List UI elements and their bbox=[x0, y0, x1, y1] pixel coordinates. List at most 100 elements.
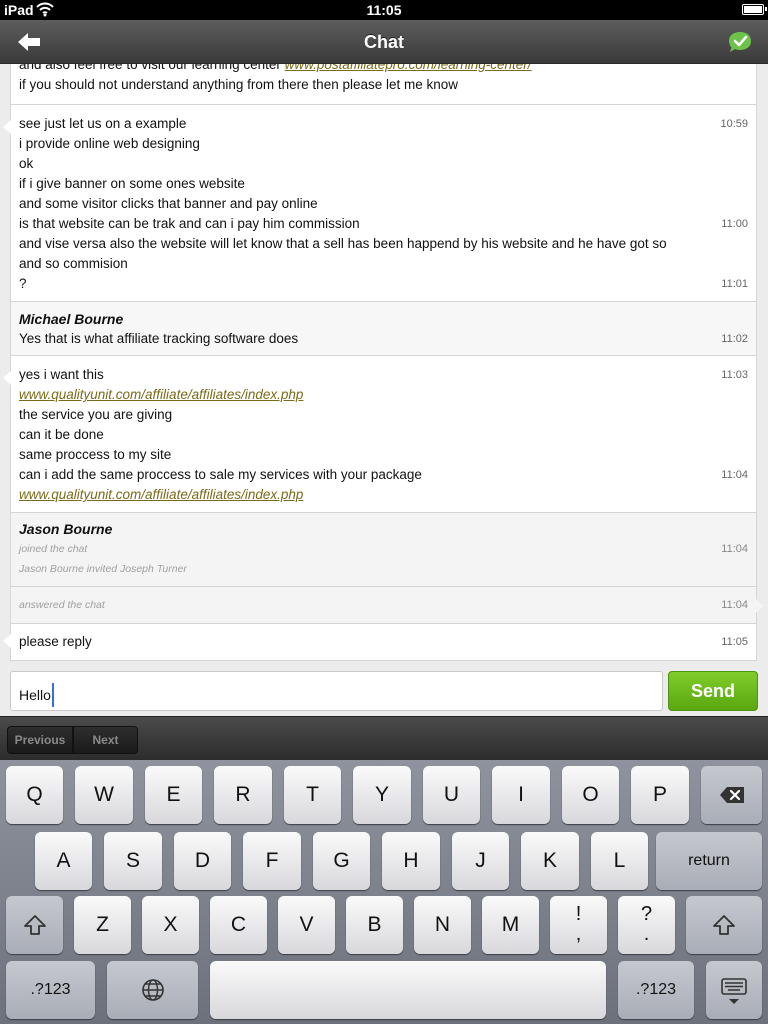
key-x[interactable]: X bbox=[142, 896, 199, 954]
message-line: yes i want this 11:03 bbox=[11, 365, 756, 385]
key-c[interactable]: C bbox=[210, 896, 267, 954]
message-line: and so commision bbox=[19, 256, 128, 271]
message-line: is that website can be trak and can i pa… bbox=[11, 214, 756, 234]
message-line: i provide online web designing bbox=[19, 136, 200, 151]
key-u[interactable]: U bbox=[423, 766, 480, 824]
key-v[interactable]: V bbox=[278, 896, 335, 954]
affiliates-link[interactable]: www.qualityunit.com/affiliate/affiliates… bbox=[19, 387, 303, 402]
message-time: 11:03 bbox=[721, 369, 748, 381]
hide-keyboard-icon bbox=[721, 978, 747, 1004]
key-t[interactable]: T bbox=[284, 766, 341, 824]
backspace-icon bbox=[719, 787, 744, 803]
message-bubble: Michael Bourne Yes that is what affiliat… bbox=[10, 301, 757, 356]
message-line: see just let us on a example 10:59 bbox=[11, 114, 756, 134]
message-line: www.qualityunit.com/affiliate/affiliates… bbox=[11, 385, 756, 405]
learning-center-link[interactable]: www.postaffiliatepro.com/learning-center… bbox=[285, 64, 532, 72]
key-e[interactable]: E bbox=[145, 766, 202, 824]
message-line: ? 11:01 bbox=[11, 274, 756, 294]
key-j[interactable]: J bbox=[452, 832, 509, 890]
key-s[interactable]: S bbox=[104, 832, 162, 890]
text-cursor bbox=[51, 683, 54, 707]
numbers-key-right[interactable]: .?123 bbox=[618, 961, 694, 1019]
message-time: 11:02 bbox=[721, 333, 748, 345]
message-author: Jason Bourne bbox=[19, 521, 113, 537]
message-line: can it be done bbox=[19, 427, 104, 442]
message-line: Yes that is what affiliate tracking soft… bbox=[11, 329, 756, 349]
form-assistant-bar: Previous Next bbox=[0, 716, 768, 760]
message-line: if you should not understand anything fr… bbox=[19, 77, 459, 92]
key-h[interactable]: H bbox=[382, 832, 440, 890]
message-time: 11:00 bbox=[721, 218, 748, 230]
message-line: please reply 11:05 bbox=[11, 632, 756, 652]
key-a[interactable]: A bbox=[35, 832, 92, 890]
message-line: can i add the same proccess to sale my s… bbox=[11, 465, 756, 485]
message-bubble: and also feel free to visit our learning… bbox=[10, 64, 757, 105]
key-o[interactable]: O bbox=[562, 766, 619, 824]
message-line: the service you are giving bbox=[19, 407, 173, 422]
message-time: 11:01 bbox=[721, 278, 748, 290]
key-z[interactable]: Z bbox=[74, 896, 131, 954]
keyboard: Q W E R T Y U I O P A S D F G H J K L re… bbox=[0, 760, 768, 1024]
globe-icon bbox=[141, 979, 164, 1001]
message-time: 11:04 bbox=[721, 469, 748, 481]
message-bubble: see just let us on a example 10:59 i prov… bbox=[3, 104, 757, 302]
message-line: if i give banner on some ones website bbox=[19, 176, 245, 191]
message-line: www.qualityunit.com/affiliate/affiliates… bbox=[11, 485, 756, 505]
key-m[interactable]: M bbox=[482, 896, 539, 954]
numbers-key-left[interactable]: .?123 bbox=[6, 961, 95, 1019]
message-line: and vise versa also the website will let… bbox=[19, 236, 667, 251]
message-time: 11:04 bbox=[721, 599, 748, 611]
message-time: 11:04 bbox=[721, 543, 748, 555]
key-g[interactable]: G bbox=[313, 832, 370, 890]
system-line: joined the chat 11:04 bbox=[11, 539, 756, 559]
globe-key[interactable] bbox=[107, 961, 198, 1019]
message-line: and some visitor clicks that banner and … bbox=[19, 196, 318, 211]
shift-right-key[interactable] bbox=[686, 896, 762, 954]
key-exclaim-comma[interactable]: ! , bbox=[550, 896, 607, 954]
key-l[interactable]: L bbox=[591, 832, 648, 890]
next-button[interactable]: Next bbox=[73, 726, 138, 754]
message-time: 11:05 bbox=[721, 636, 748, 648]
backspace-key[interactable] bbox=[701, 766, 762, 824]
space-key[interactable] bbox=[210, 961, 606, 1019]
message-author: Michael Bourne bbox=[19, 311, 124, 327]
previous-button[interactable]: Previous bbox=[7, 726, 73, 754]
key-p[interactable]: P bbox=[631, 766, 689, 824]
hide-keyboard-key[interactable] bbox=[706, 961, 762, 1019]
return-key[interactable]: return bbox=[656, 832, 762, 890]
key-question-period[interactable]: ? . bbox=[618, 896, 675, 954]
message-bubble: please reply 11:05 bbox=[3, 623, 757, 661]
affiliates-link[interactable]: www.qualityunit.com/affiliate/affiliates… bbox=[19, 487, 303, 502]
shift-left-key[interactable] bbox=[6, 896, 63, 954]
key-w[interactable]: W bbox=[75, 766, 133, 824]
message-input[interactable]: Hello bbox=[10, 671, 663, 711]
key-k[interactable]: K bbox=[521, 832, 579, 890]
message-bubble: answered the chat 11:04 bbox=[10, 586, 764, 624]
message-line: and also feel free to visit our learning… bbox=[11, 64, 756, 75]
message-bubble: yes i want this 11:03 www.qualityunit.com… bbox=[3, 355, 757, 513]
message-line: same proccess to my site bbox=[19, 447, 172, 462]
status-bar: iPad 11:05 bbox=[0, 0, 768, 20]
shift-icon bbox=[713, 915, 735, 935]
key-d[interactable]: D bbox=[174, 832, 231, 890]
key-y[interactable]: Y bbox=[353, 766, 411, 824]
key-b[interactable]: B bbox=[346, 896, 403, 954]
online-check-icon[interactable] bbox=[726, 30, 754, 54]
nav-bar: Chat bbox=[0, 20, 768, 64]
chat-transcript[interactable]: and also feel free to visit our learning… bbox=[0, 64, 768, 662]
system-line: Jason Bourne invited Joseph Turner bbox=[19, 563, 187, 575]
key-n[interactable]: N bbox=[414, 896, 471, 954]
battery-icon bbox=[742, 4, 767, 15]
key-i[interactable]: I bbox=[492, 766, 550, 824]
system-line: answered the chat 11:04 bbox=[11, 595, 756, 615]
page-title: Chat bbox=[364, 32, 404, 52]
key-f[interactable]: F bbox=[243, 832, 301, 890]
send-button[interactable]: Send bbox=[668, 671, 758, 711]
message-time: 10:59 bbox=[720, 118, 748, 130]
key-q[interactable]: Q bbox=[6, 766, 63, 824]
key-r[interactable]: R bbox=[214, 766, 272, 824]
shift-icon bbox=[23, 915, 46, 935]
composer: Hello Send bbox=[0, 662, 768, 716]
message-line: ok bbox=[19, 156, 34, 171]
message-bubble: Jason Bourne joined the chat 11:04 Jason … bbox=[10, 512, 757, 587]
